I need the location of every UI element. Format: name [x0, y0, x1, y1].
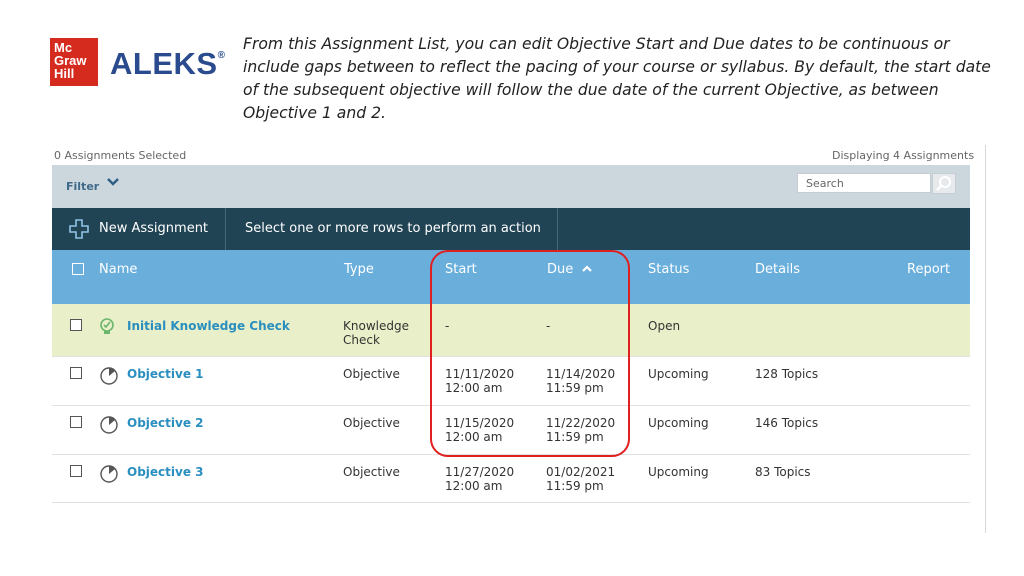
status-text: Upcoming — [648, 367, 709, 381]
objective-clock-icon — [100, 416, 118, 434]
due-date[interactable]: 01/02/2021 11:59 pm — [546, 465, 615, 493]
search-button[interactable] — [932, 173, 956, 194]
mcgraw-hill-logo: Mc Graw Hill — [50, 38, 98, 86]
search-icon — [936, 176, 951, 191]
assignments-selected-count: 0 Assignments Selected — [54, 149, 187, 162]
assignment-type: Objective — [343, 465, 400, 479]
knowledge-check-icon — [100, 318, 114, 334]
assignment-name-link[interactable]: Initial Knowledge Check — [127, 319, 290, 333]
column-header-type[interactable]: Type — [344, 262, 374, 277]
objective-clock-icon — [100, 367, 118, 385]
assignments-displaying-count: Displaying 4 Assignments — [832, 149, 975, 162]
row-checkbox[interactable] — [70, 465, 82, 477]
divider — [985, 145, 986, 533]
registered-mark: ® — [217, 50, 226, 61]
start-date[interactable]: 11/27/2020 12:00 am — [445, 465, 514, 493]
new-assignment-button[interactable]: New Assignment — [52, 208, 226, 250]
start-date-day: 11/27/2020 — [445, 465, 515, 479]
action-message: Select one or more rows to perform an ac… — [226, 208, 558, 250]
chevron-down-icon[interactable] — [106, 175, 120, 191]
column-header-name[interactable]: Name — [99, 262, 137, 277]
due-date-time: 11:59 pm — [546, 479, 604, 493]
row-checkbox[interactable] — [70, 367, 82, 379]
filter-toggle[interactable]: Filter — [66, 180, 99, 193]
filter-bar: Filter Search — [52, 165, 970, 208]
type-line-1: Knowledge — [343, 319, 409, 333]
details-text: 128 Topics — [755, 367, 819, 381]
assignment-name-link[interactable]: Objective 2 — [127, 416, 204, 430]
objective-clock-icon — [100, 465, 118, 483]
due-date-day: 01/02/2021 — [546, 465, 616, 479]
status-text: Upcoming — [648, 465, 709, 479]
slide-caption: From this Assignment List, you can edit … — [243, 35, 991, 122]
assignment-name-link[interactable]: Objective 3 — [127, 465, 204, 479]
start-due-highlight-outline — [430, 250, 630, 457]
assignment-type: Objective — [343, 367, 400, 381]
action-message-text: Select one or more rows to perform an ac… — [245, 221, 541, 236]
column-header-status[interactable]: Status — [648, 262, 689, 277]
search-input[interactable]: Search — [797, 173, 931, 193]
select-all-checkbox[interactable] — [72, 263, 84, 275]
status-text: Open — [648, 319, 681, 333]
table-row[interactable]: Objective 3 Objective 11/27/2020 12:00 a… — [52, 455, 970, 503]
column-header-report[interactable]: Report — [907, 262, 950, 277]
plus-icon — [69, 219, 89, 239]
column-header-details[interactable]: Details — [755, 262, 800, 277]
action-bar: New Assignment Select one or more rows t… — [52, 208, 970, 250]
type-line-2: Check — [343, 333, 380, 347]
start-date-time: 12:00 am — [445, 479, 503, 493]
status-text: Upcoming — [648, 416, 709, 430]
row-checkbox[interactable] — [70, 319, 82, 331]
aleks-wordmark: ALEKS — [110, 46, 218, 81]
row-checkbox[interactable] — [70, 416, 82, 428]
aleks-logo: ALEKS® — [110, 46, 225, 82]
assignment-type: Knowledge Check — [343, 319, 409, 347]
details-text: 146 Topics — [755, 416, 819, 430]
logo-line-hill: Hill — [54, 66, 75, 81]
details-text: 83 Topics — [755, 465, 811, 479]
assignment-type: Objective — [343, 416, 400, 430]
new-assignment-label: New Assignment — [99, 221, 209, 236]
assignment-name-link[interactable]: Objective 1 — [127, 367, 204, 381]
